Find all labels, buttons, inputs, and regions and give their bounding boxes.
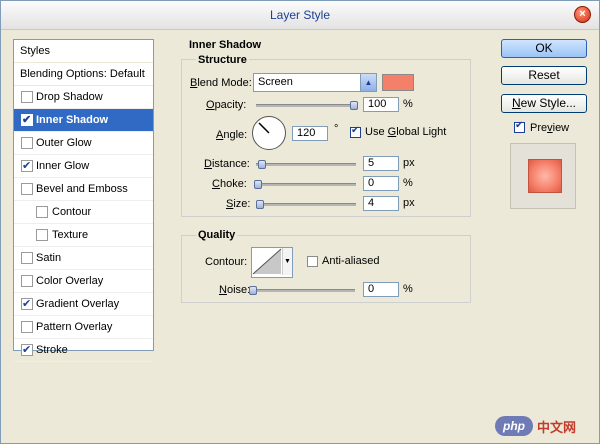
blending-options[interactable]: Blending Options: Default [14, 63, 153, 86]
angle-needle-icon [258, 122, 270, 134]
noise-unit: % [403, 283, 413, 295]
title-bar[interactable]: Layer Style × [1, 1, 599, 30]
opacity-unit: % [403, 98, 413, 110]
distance-input[interactable]: 5 [363, 156, 399, 171]
opacity-label: Opacity: [206, 99, 247, 111]
choke-unit: % [403, 177, 413, 189]
size-unit: px [403, 197, 415, 209]
style-checkbox[interactable] [21, 155, 33, 177]
contour-label: Contour: [205, 256, 248, 268]
watermark-logo: php [495, 416, 533, 436]
style-item-pattern-overlay[interactable]: Pattern Overlay [14, 316, 153, 339]
section-title: Inner Shadow [187, 39, 264, 51]
close-icon[interactable]: × [574, 6, 591, 23]
anti-aliased-checkbox[interactable] [307, 256, 318, 267]
contour-curve-icon [252, 248, 282, 275]
opacity-slider-thumb[interactable] [350, 101, 358, 110]
distance-slider[interactable] [256, 160, 356, 169]
noise-input[interactable]: 0 [363, 282, 399, 297]
preview-checkbox[interactable] [514, 120, 525, 133]
blend-mode-label: Blend Mode: [190, 77, 252, 89]
style-checkbox[interactable] [21, 339, 33, 361]
noise-slider-thumb[interactable] [249, 286, 257, 295]
style-item-contour[interactable]: Contour [14, 201, 153, 224]
size-slider-thumb[interactable] [256, 200, 264, 209]
size-label: Size: [226, 198, 251, 210]
distance-label: Distance: [204, 158, 250, 170]
style-item-label: Gradient Overlay [36, 298, 120, 310]
choke-input[interactable]: 0 [363, 176, 399, 191]
noise-slider[interactable] [249, 286, 355, 295]
angle-unit: ° [334, 123, 339, 135]
style-checkbox[interactable] [36, 206, 48, 218]
use-global-light-checkbox[interactable] [350, 125, 361, 138]
angle-dial[interactable] [252, 116, 286, 150]
choke-slider[interactable] [254, 180, 356, 189]
style-item-drop-shadow[interactable]: Drop Shadow [14, 86, 153, 109]
style-item-inner-shadow[interactable]: Inner Shadow [14, 109, 153, 132]
quality-title: Quality [196, 229, 238, 241]
style-item-label: Color Overlay [36, 275, 104, 287]
style-checkbox[interactable] [21, 109, 33, 131]
preview-swatch [528, 159, 562, 193]
style-checkbox[interactable] [36, 229, 48, 241]
noise-label: Noise: [219, 284, 251, 296]
style-item-label: Texture [52, 229, 89, 241]
style-item-gradient-overlay[interactable]: Gradient Overlay [14, 293, 153, 316]
style-item-satin[interactable]: Satin [14, 247, 153, 270]
layer-style-dialog: Layer Style × Styles Blending Options: D… [0, 0, 600, 444]
watermark: php 中文网 [495, 415, 591, 437]
style-checkbox[interactable] [21, 293, 33, 315]
style-item-texture[interactable]: Texture [14, 224, 153, 247]
size-input[interactable]: 4 [363, 196, 399, 211]
size-slider[interactable] [256, 200, 356, 209]
opacity-input[interactable]: 100 [363, 97, 399, 112]
preview-label: Preview [530, 122, 570, 134]
style-item-inner-glow[interactable]: Inner Glow [14, 155, 153, 178]
style-item-label: Satin [36, 252, 62, 264]
style-item-label: Stroke [36, 344, 68, 356]
choke-slider-thumb[interactable] [254, 180, 262, 189]
angle-label: Angle: [216, 129, 248, 141]
style-item-outer-glow[interactable]: Outer Glow [14, 132, 153, 155]
style-checkbox[interactable] [21, 183, 33, 195]
style-item-bevel-and-emboss[interactable]: Bevel and Emboss [14, 178, 153, 201]
style-item-label: Outer Glow [36, 137, 92, 149]
shadow-color-swatch[interactable] [382, 74, 414, 91]
distance-slider-thumb[interactable] [258, 160, 266, 169]
choke-label: Choke: [212, 178, 247, 190]
style-item-color-overlay[interactable]: Color Overlay [14, 270, 153, 293]
style-preview [510, 143, 576, 209]
style-checkbox[interactable] [21, 137, 33, 149]
watermark-text: 中文网 [537, 419, 577, 435]
blend-mode-select[interactable]: Screen ▲ [253, 73, 377, 92]
styles-list: Styles Blending Options: Default Drop Sh… [13, 39, 154, 362]
contour-dropdown-icon[interactable]: ▼ [282, 248, 292, 275]
style-item-label: Bevel and Emboss [36, 183, 128, 195]
style-item-label: Drop Shadow [36, 91, 103, 103]
style-item-label: Pattern Overlay [36, 321, 113, 333]
style-checkbox[interactable] [21, 275, 33, 287]
styles-header[interactable]: Styles [14, 40, 153, 63]
contour-picker[interactable]: ▼ [251, 247, 293, 278]
opacity-slider[interactable] [256, 101, 358, 110]
distance-unit: px [403, 157, 415, 169]
style-item-label: Contour [52, 206, 92, 218]
style-checkbox[interactable] [21, 321, 33, 333]
style-item-label: Inner Glow [36, 160, 90, 172]
reset-button[interactable]: Reset [501, 66, 587, 85]
style-checkbox[interactable] [21, 91, 33, 103]
style-checkbox[interactable] [21, 252, 33, 264]
style-item-label: Inner Shadow [36, 114, 109, 126]
blend-mode-value: Screen [258, 76, 293, 88]
angle-input[interactable]: 120 [292, 126, 328, 141]
window-title: Layer Style [269, 8, 331, 22]
new-style-button[interactable]: New Style... [501, 94, 587, 113]
style-item-stroke[interactable]: Stroke [14, 339, 153, 362]
ok-button[interactable]: OK [501, 39, 587, 58]
updown-arrow-icon[interactable]: ▲ [360, 74, 376, 91]
structure-title: Structure [196, 54, 249, 66]
anti-aliased-label: Anti-aliased [322, 255, 380, 267]
use-global-light-label: Use Global Light [365, 126, 447, 138]
